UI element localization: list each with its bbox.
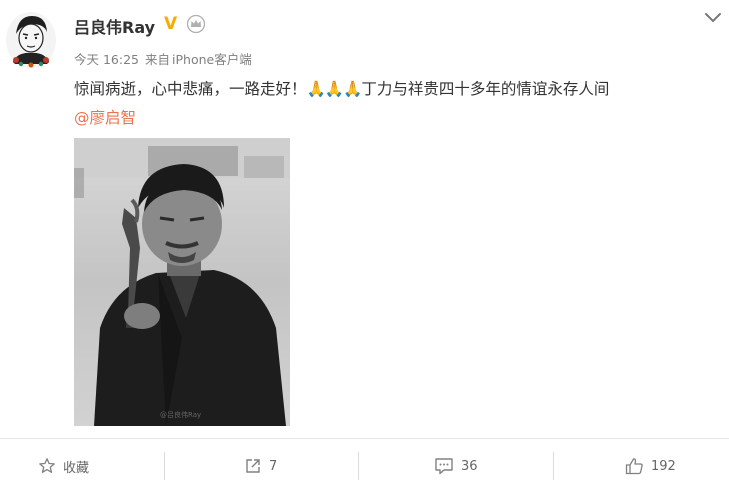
action-separator — [358, 452, 359, 480]
post-text: 惊闻病逝，心中悲痛，一路走好！🙏🙏🙏丁力与祥贵四十多年的情谊永存人间 — [74, 77, 609, 99]
image-watermark: @吕良伟Ray — [160, 411, 202, 419]
like-button[interactable]: 192 — [625, 456, 676, 476]
thumbs-up-icon — [625, 458, 643, 475]
post-time[interactable]: 今天 16:25 — [74, 52, 139, 67]
repost-count: 7 — [269, 458, 278, 474]
comment-icon — [435, 458, 453, 475]
star-icon — [39, 458, 55, 473]
mention-link[interactable]: @廖启智 — [74, 106, 136, 128]
post-source[interactable]: iPhone客户端 — [172, 52, 252, 67]
repost-icon — [246, 459, 260, 473]
username[interactable]: 吕良伟Ray — [74, 14, 155, 38]
crown-icon[interactable] — [186, 14, 206, 34]
avatar[interactable] — [4, 8, 58, 70]
post-meta: 今天 16:25 来自 iPhone客户端 — [74, 49, 258, 68]
post-text-tail: 丁力与祥贵四十多年的情谊永存人间 — [361, 80, 610, 98]
chevron-down-icon[interactable] — [703, 10, 723, 26]
comment-count: 36 — [461, 458, 478, 474]
action-separator — [553, 452, 554, 480]
action-bar-divider — [0, 438, 729, 439]
comment-button[interactable]: 36 — [434, 456, 478, 476]
like-count: 192 — [651, 458, 676, 474]
action-separator — [164, 452, 165, 480]
source-prefix: 来自 — [145, 52, 171, 67]
pray-emoji: 🙏🙏🙏 — [306, 80, 363, 98]
post-image[interactable] — [74, 138, 290, 426]
repost-button[interactable]: 7 — [244, 456, 277, 476]
verified-badge: V — [164, 14, 178, 34]
post-text-main: 惊闻病逝，心中悲痛，一路走好！ — [74, 80, 307, 98]
favorite-button[interactable]: 收藏 — [38, 456, 89, 476]
favorite-label: 收藏 — [63, 460, 90, 476]
